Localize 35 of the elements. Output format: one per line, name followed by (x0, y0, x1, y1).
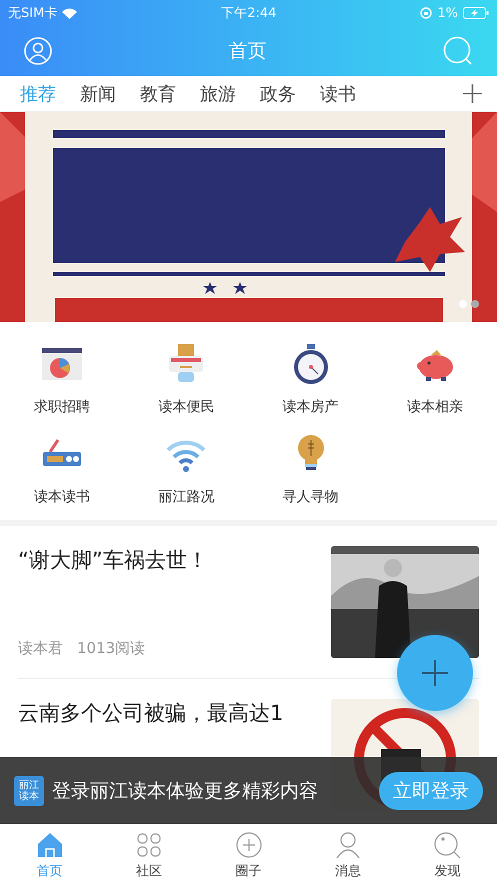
rotation-lock-icon (420, 7, 432, 19)
service-label[interactable]: 读本相亲 (406, 398, 463, 416)
channel-tab[interactable]: 旅游 (200, 82, 236, 106)
bottom-tab[interactable]: 消息 (298, 824, 398, 883)
search-icon (432, 830, 462, 860)
plus-icon (420, 658, 450, 688)
service-label[interactable]: 读本便民 (158, 398, 214, 416)
login-prompt: 登录丽江读本体验更多精彩内容 (52, 778, 319, 804)
battery-percent: 1% (437, 6, 458, 20)
wifi-signal-icon (62, 8, 78, 18)
battery-icon (462, 7, 489, 19)
add-channel-button[interactable]: + (460, 76, 485, 111)
app-logo: 丽江读本 (14, 776, 44, 806)
channel-tab[interactable]: 读书 (320, 82, 356, 106)
service-label[interactable]: 寻人寻物 (282, 488, 339, 506)
plus-circle-icon (234, 830, 264, 860)
read-count: 1013阅读 (77, 639, 146, 658)
service-label[interactable]: 丽江路况 (158, 488, 214, 506)
channel-tab[interactable]: 政务 (260, 82, 296, 106)
status-time: 下午2:44 (221, 5, 276, 22)
channel-tab[interactable]: 新闻 (80, 82, 116, 106)
search-icon[interactable] (443, 36, 473, 66)
channel-tab[interactable]: 教育 (140, 82, 176, 106)
service-label[interactable]: 读本读书 (34, 488, 90, 506)
page-title: 首页 (228, 39, 266, 64)
bottom-tab[interactable]: 社区 (99, 824, 199, 883)
service-label[interactable]: 求职招聘 (34, 398, 90, 416)
service-label[interactable]: 读本房产 (282, 398, 339, 416)
bottom-tab[interactable]: 发现 (398, 824, 497, 883)
article-title[interactable]: 云南多个公司被骗，最高达1 (18, 699, 321, 728)
carrier-text: 无SIM卡 (8, 5, 58, 22)
bottom-tab[interactable]: 圈子 (198, 824, 298, 883)
article-author: 读本君 (18, 639, 63, 658)
profile-icon[interactable] (24, 37, 52, 65)
article-title[interactable]: “谢大脚”车祸去世！ (18, 546, 321, 576)
